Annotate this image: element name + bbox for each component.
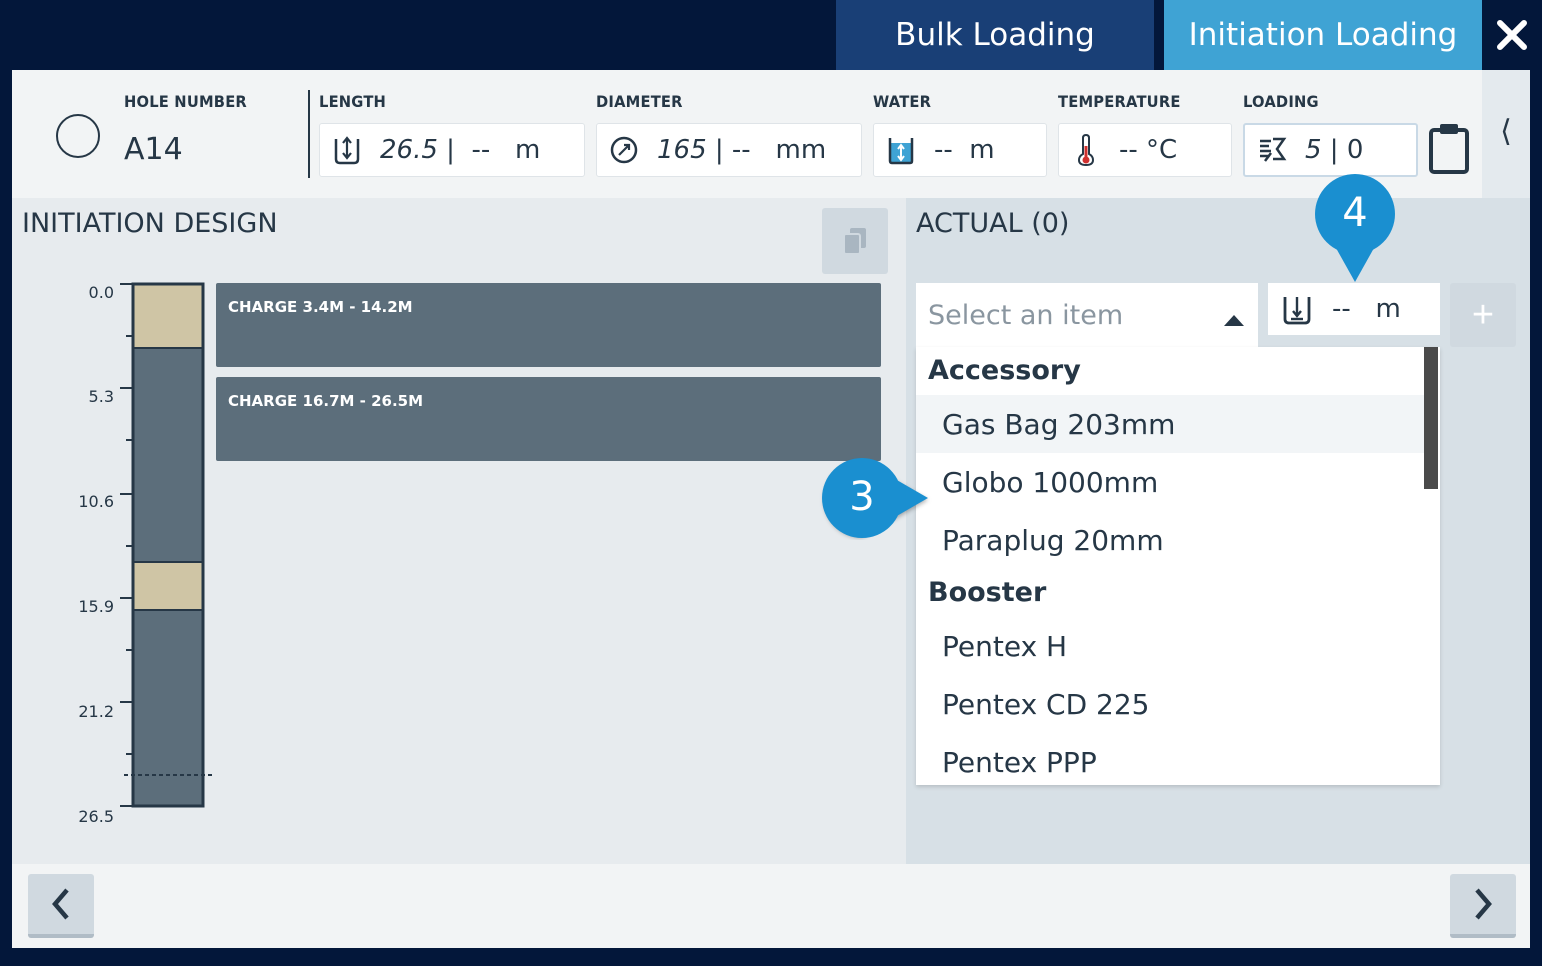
main-panel: HOLE NUMBER A14 LENGTH 26.5 | -- m DIAME…	[12, 70, 1530, 948]
depth-tick-label: 5.3	[88, 387, 114, 406]
loading-label: LOADING	[1243, 92, 1319, 111]
depth-value: -- m	[1332, 294, 1401, 324]
add-item-button[interactable]: +	[1450, 283, 1516, 347]
charge-label: CHARGE 3.4M - 14.2M	[228, 298, 413, 316]
loading-value: 5	[1305, 135, 1322, 165]
diameter-value: 165	[657, 135, 707, 165]
dropdown-item[interactable]: Pentex H	[916, 617, 1424, 675]
length-icon	[332, 135, 362, 165]
hole-info-header: HOLE NUMBER A14 LENGTH 26.5 | -- m DIAME…	[12, 70, 1482, 198]
chevron-left-icon	[52, 888, 69, 920]
depth-tick-label: 21.2	[78, 702, 114, 721]
dropdown-group-booster: Booster	[928, 577, 1047, 608]
callout-number: 3	[849, 474, 875, 520]
header-divider	[308, 90, 310, 178]
charge-label: CHARGE 16.7M - 26.5M	[228, 392, 424, 410]
charge-segment	[133, 610, 203, 806]
dropdown-scrollbar[interactable]	[1424, 347, 1438, 489]
callout-marker-4: 4	[1313, 170, 1397, 284]
length-unit: | -- m	[437, 135, 541, 165]
dropdown-item[interactable]: Globo 1000mm	[916, 453, 1424, 511]
hole-depth-ruler	[120, 282, 212, 808]
diameter-unit: | -- mm	[706, 135, 827, 165]
caret-up-icon	[1224, 315, 1244, 326]
initiation-design-panel: INITIATION DESIGN 0.0 5.3 10.6 15.9 21.2…	[12, 198, 906, 864]
diameter-label: DIAMETER	[596, 92, 683, 111]
close-icon	[1497, 20, 1527, 50]
water-label: WATER	[873, 92, 932, 111]
previous-button[interactable]	[28, 874, 94, 938]
depth-tick-label: 15.9	[78, 597, 114, 616]
actual-panel: ACTUAL (0) Select an item -- m + Accesso…	[906, 198, 1530, 864]
stem-segment	[133, 562, 203, 610]
clipboard-icon[interactable]	[1428, 122, 1470, 174]
diameter-field[interactable]: 165 | -- mm	[596, 123, 862, 177]
depth-input[interactable]: -- m	[1268, 283, 1440, 335]
diameter-icon	[609, 135, 639, 165]
hole-number-label: HOLE NUMBER	[124, 92, 247, 111]
temperature-value: -- °C	[1119, 135, 1178, 165]
loading-field[interactable]: 5 | 0	[1243, 123, 1418, 177]
loading-icon	[1257, 135, 1287, 165]
water-field[interactable]: -- m	[873, 123, 1047, 177]
hole-number-value: A14	[124, 132, 183, 167]
chevron-left-icon: ⟨	[1500, 115, 1512, 148]
thermometer-icon	[1071, 134, 1101, 166]
item-select[interactable]: Select an item	[916, 283, 1258, 347]
depth-tick-label: 10.6	[78, 492, 114, 511]
dropdown-item[interactable]: Paraplug 20mm	[916, 511, 1424, 569]
copy-button[interactable]	[822, 208, 888, 274]
dropdown-group-accessory: Accessory	[928, 355, 1081, 386]
stem-segment	[133, 284, 203, 348]
copy-icon	[843, 228, 866, 255]
length-field[interactable]: 26.5 | -- m	[319, 123, 585, 177]
dropdown-item[interactable]: Pentex CD 225	[916, 675, 1424, 733]
depth-tick-label: 26.5	[78, 807, 114, 826]
chevron-right-icon	[1475, 888, 1492, 920]
charge-card[interactable]: CHARGE 16.7M - 26.5M	[216, 377, 881, 461]
callout-marker-3: 3	[816, 456, 932, 540]
charge-card[interactable]: CHARGE 3.4M - 14.2M	[216, 283, 881, 367]
length-label: LENGTH	[319, 92, 387, 111]
water-icon	[886, 135, 916, 165]
depth-tick-label: 0.0	[88, 283, 114, 302]
item-select-placeholder: Select an item	[928, 299, 1124, 331]
bottom-nav-bar	[12, 864, 1530, 948]
depth-icon	[1282, 293, 1312, 325]
hole-status-indicator[interactable]	[56, 114, 100, 158]
temperature-label: TEMPERATURE	[1058, 92, 1181, 111]
water-value: -- m	[934, 135, 995, 165]
next-button[interactable]	[1450, 874, 1516, 938]
tab-initiation-loading[interactable]: Initiation Loading	[1164, 0, 1482, 70]
length-value: 26.5	[380, 135, 438, 165]
plus-icon: +	[1471, 293, 1495, 336]
dropdown-item[interactable]: Gas Bag 203mm	[916, 395, 1424, 453]
item-dropdown-list: Accessory Gas Bag 203mm Globo 1000mm Par…	[916, 347, 1440, 785]
tab-bulk-loading[interactable]: Bulk Loading	[836, 0, 1154, 70]
dropdown-item[interactable]: Pentex PPP	[916, 733, 1424, 785]
temperature-field[interactable]: -- °C	[1058, 123, 1232, 177]
close-button[interactable]	[1482, 0, 1542, 70]
side-panel-toggle[interactable]: ⟨	[1482, 70, 1530, 198]
callout-number: 4	[1342, 190, 1368, 236]
actual-title: ACTUAL (0)	[916, 208, 1070, 239]
loading-rest: | 0	[1321, 135, 1364, 165]
charge-segment	[133, 348, 203, 562]
